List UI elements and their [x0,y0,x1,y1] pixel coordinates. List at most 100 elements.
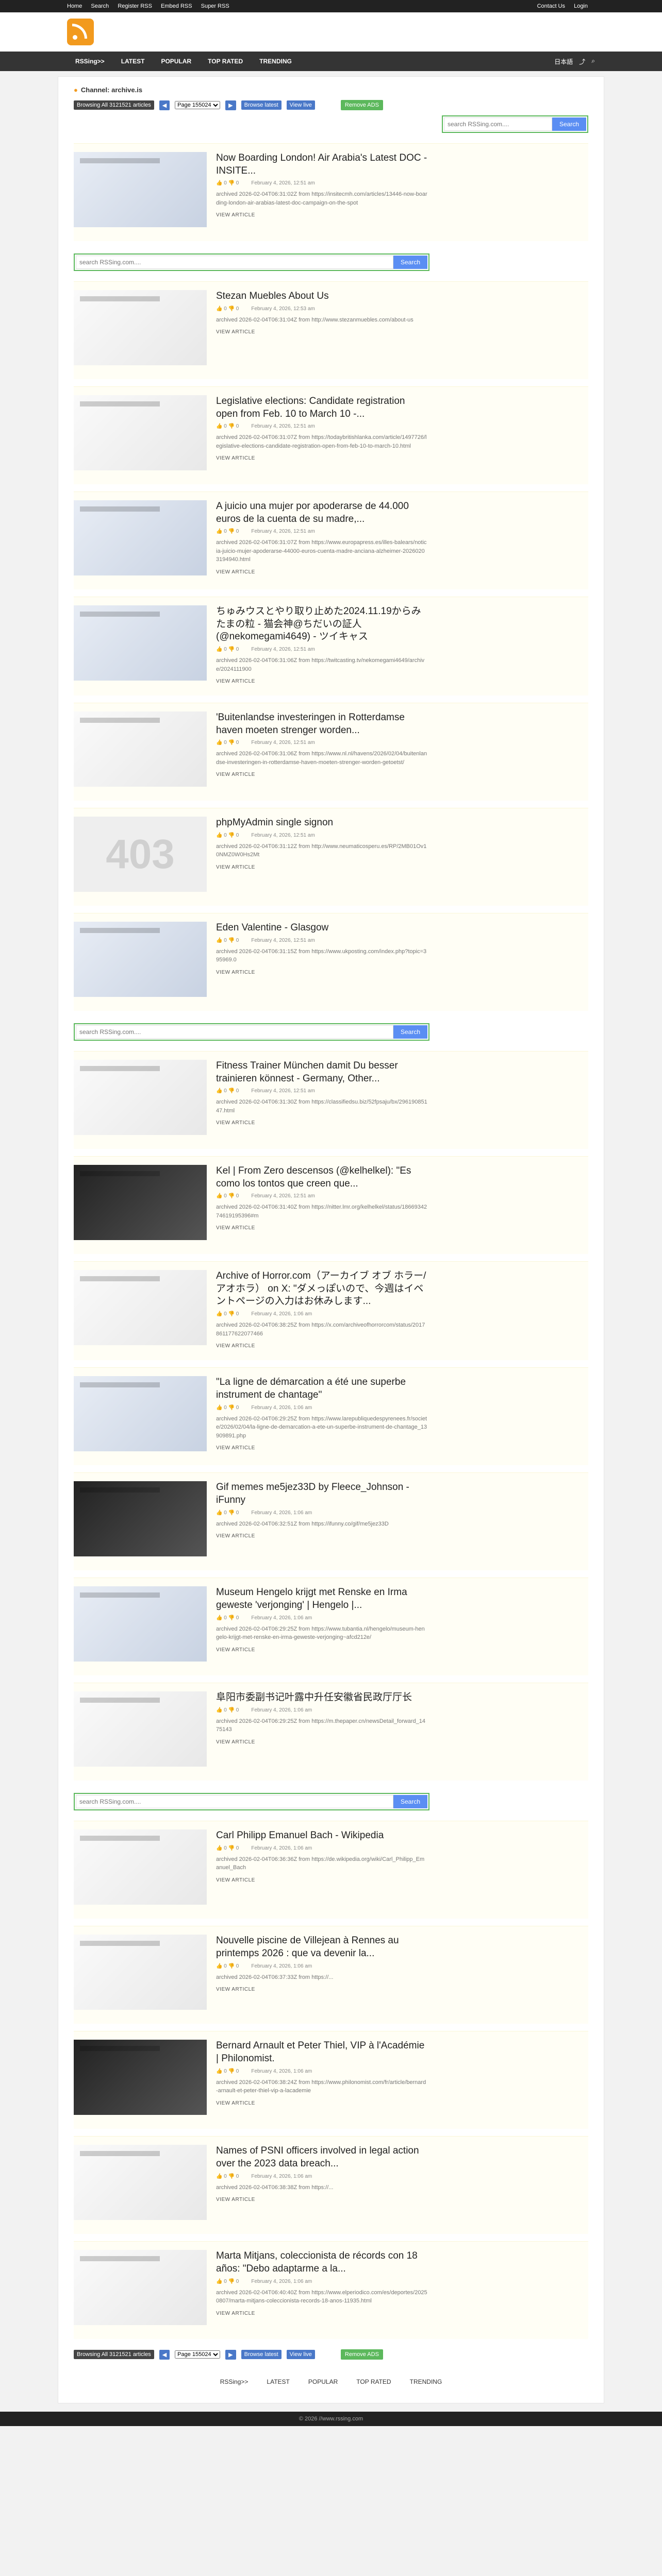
footer-rssing[interactable]: RSSing>> [220,2378,249,2385]
view-article-link[interactable]: VIEW ARTICLE [216,772,255,777]
votes-icon[interactable]: 👍 0 👎 0 [216,1963,239,1969]
view-article-link[interactable]: VIEW ARTICLE [216,1877,255,1883]
article-thumbnail[interactable] [74,1586,207,1662]
article-title[interactable]: Kel | From Zero descensos (@kelhelkel): … [216,1165,427,1190]
article-title[interactable]: A juicio una mujer por apoderarse de 44.… [216,500,427,526]
article-thumbnail[interactable] [74,1481,207,1557]
contact-link[interactable]: Contact Us [537,3,565,9]
super-rss-link[interactable]: Super RSS [201,3,229,9]
view-article-link[interactable]: VIEW ARTICLE [216,865,255,870]
next-page-button[interactable]: ▶ [225,100,236,110]
browse-latest-button[interactable]: Browse latest [241,100,282,110]
prev-page-button[interactable]: ◀ [159,100,170,110]
article-thumbnail[interactable] [74,500,207,575]
article-thumbnail[interactable] [74,1691,207,1767]
votes-icon[interactable]: 👍 0 👎 0 [216,1193,239,1199]
search-button[interactable]: Search [393,1025,427,1039]
view-article-link[interactable]: VIEW ARTICLE [216,1533,255,1539]
article-title[interactable]: Names of PSNI officers involved in legal… [216,2145,427,2170]
article-title[interactable]: Museum Hengelo krijgt met Renske en Irma… [216,1586,427,1612]
view-article-link[interactable]: VIEW ARTICLE [216,1445,255,1451]
article-thumbnail[interactable] [74,1060,207,1136]
article-thumbnail[interactable] [74,1270,207,1346]
article-thumbnail[interactable] [74,2040,207,2115]
search-input[interactable] [76,1795,393,1809]
search-icon[interactable]: ⌕ [591,57,595,66]
view-article-link[interactable]: VIEW ARTICLE [216,212,255,218]
view-article-link[interactable]: VIEW ARTICLE [216,455,255,461]
footer-popular[interactable]: POPULAR [308,2378,338,2385]
embed-rss-link[interactable]: Embed RSS [161,3,192,9]
votes-icon[interactable]: 👍 0 👎 0 [216,938,239,943]
prev-page-button[interactable]: ◀ [159,2349,170,2360]
article-thumbnail[interactable] [74,922,207,997]
home-link[interactable]: Home [67,3,82,9]
votes-icon[interactable]: 👍 0 👎 0 [216,740,239,745]
article-thumbnail[interactable] [74,290,207,365]
article-thumbnail[interactable] [74,605,207,681]
search-input[interactable] [76,256,393,269]
article-thumbnail[interactable] [74,1935,207,2010]
votes-icon[interactable]: 👍 0 👎 0 [216,529,239,534]
register-rss-link[interactable]: Register RSS [118,3,152,9]
view-article-link[interactable]: VIEW ARTICLE [216,1120,255,1126]
view-article-link[interactable]: VIEW ARTICLE [216,1647,255,1653]
view-article-link[interactable]: VIEW ARTICLE [216,2197,255,2202]
article-title[interactable]: Nouvelle piscine de Villejean à Rennes a… [216,1935,427,1960]
footer-top-rated[interactable]: TOP RATED [356,2378,391,2385]
search-link[interactable]: Search [91,3,109,9]
login-link[interactable]: Login [574,3,588,9]
footer-trending[interactable]: TRENDING [410,2378,442,2385]
article-thumbnail[interactable] [74,2250,207,2326]
next-page-button[interactable]: ▶ [225,2349,236,2360]
article-title[interactable]: Marta Mitjans, coleccionista de récords … [216,2250,427,2275]
votes-icon[interactable]: 👍 0 👎 0 [216,423,239,429]
view-article-link[interactable]: VIEW ARTICLE [216,2100,255,2106]
search-input[interactable] [76,1025,393,1039]
view-article-link[interactable]: VIEW ARTICLE [216,1225,255,1231]
votes-icon[interactable]: 👍 0 👎 0 [216,1845,239,1851]
article-title[interactable]: 阜阳市委副书记叶露中升任安徽省民政厅厅长 [216,1691,427,1704]
article-thumbnail[interactable] [74,1165,207,1241]
language-link[interactable]: 日本語 [554,57,573,66]
votes-icon[interactable]: 👍 0 👎 0 [216,306,239,312]
nav-latest[interactable]: LATEST [113,52,153,71]
search-button[interactable]: Search [393,1795,427,1809]
article-thumbnail[interactable] [74,152,207,227]
rss-logo-icon[interactable] [67,19,94,45]
view-article-link[interactable]: VIEW ARTICLE [216,2311,255,2316]
search-input[interactable] [443,117,552,131]
view-article-link[interactable]: VIEW ARTICLE [216,1987,255,1992]
votes-icon[interactable]: 👍 0 👎 0 [216,2069,239,2074]
article-thumbnail[interactable] [74,1376,207,1452]
nav-rssing[interactable]: RSSing>> [67,52,113,71]
votes-icon[interactable]: 👍 0 👎 0 [216,1707,239,1713]
view-article-link[interactable]: VIEW ARTICLE [216,569,255,575]
article-title[interactable]: Legislative elections: Candidate registr… [216,395,427,420]
article-thumbnail[interactable] [74,2145,207,2221]
remove-ads-button[interactable]: Remove ADS [340,100,383,110]
article-title[interactable]: ちゅみウスとやり取り止めた2024.11.19からみたまの粒 - 猫会神@ちだい… [216,605,427,643]
article-title[interactable]: "La ligne de démarcation a été une super… [216,1376,427,1401]
article-title[interactable]: phpMyAdmin single signon [216,817,427,829]
article-thumbnail[interactable] [74,711,207,787]
page-select[interactable]: Page 155024 [175,101,221,109]
article-title[interactable]: Stezan Muebles About Us [216,290,427,303]
article-title[interactable]: Carl Philipp Emanuel Bach - Wikipedia [216,1829,427,1842]
article-title[interactable]: Fitness Trainer München damit Du besser … [216,1060,427,1085]
votes-icon[interactable]: 👍 0 👎 0 [216,1615,239,1621]
footer-latest[interactable]: LATEST [267,2378,289,2385]
article-thumbnail[interactable] [74,1829,207,1905]
view-article-link[interactable]: VIEW ARTICLE [216,1343,255,1349]
page-select[interactable]: Page 155024 [175,2350,221,2359]
nav-popular[interactable]: POPULAR [153,52,200,71]
view-article-link[interactable]: VIEW ARTICLE [216,679,255,684]
view-article-link[interactable]: VIEW ARTICLE [216,1739,255,1745]
nav-trending[interactable]: TRENDING [251,52,300,71]
view-live-button[interactable]: View live [286,2350,315,2360]
article-title[interactable]: Now Boarding London! Air Arabia's Latest… [216,152,427,177]
view-article-link[interactable]: VIEW ARTICLE [216,970,255,975]
votes-icon[interactable]: 👍 0 👎 0 [216,833,239,838]
votes-icon[interactable]: 👍 0 👎 0 [216,1510,239,1516]
nav-top-rated[interactable]: TOP RATED [200,52,251,71]
